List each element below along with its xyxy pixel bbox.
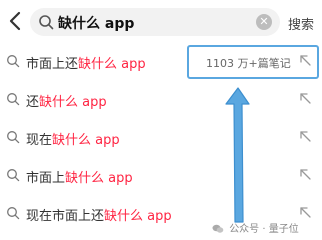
watermark: 公众号 · 量子位 [212,220,299,235]
search-query-text: 缺什么 app [58,16,135,32]
suggestion-item[interactable]: 现在缺什么 app [0,122,322,154]
fill-query-arrow-icon[interactable] [298,91,312,105]
suggestion-prefix: 现在市面上还 [26,209,105,224]
suggestion-prefix: 市面上还 [26,57,79,72]
search-input[interactable]: 缺什么 app ✕ [30,8,280,36]
watermark-text: 公众号 · 量子位 [229,224,299,235]
suggestion-label: 还缺什么 app [26,91,107,110]
search-button[interactable]: 搜索 [288,14,314,33]
suggestion-label: 现在缺什么 app [26,129,120,148]
search-icon [7,169,20,182]
wechat-icon [212,224,224,233]
fill-query-arrow-icon[interactable] [298,129,312,143]
clear-icon[interactable]: ✕ [256,14,272,30]
suggestion-highlight: 缺什么 app [78,57,146,72]
back-arrow-icon[interactable] [6,10,26,32]
fill-query-arrow-icon[interactable] [298,205,312,219]
suggestion-prefix: 还 [26,95,40,110]
search-icon [39,15,54,30]
suggestion-prefix: 市面上 [26,171,66,186]
suggestion-highlight: 缺什么 app [39,95,107,110]
suggestion-item[interactable]: 还缺什么 app [0,84,322,116]
search-icon [7,55,20,68]
suggestion-highlight: 缺什么 app [65,171,133,186]
top-bar: 缺什么 app ✕ 搜索 [0,0,322,42]
suggestion-label: 现在市面上还缺什么 app [26,205,172,224]
suggestion-label: 市面上还缺什么 app [26,53,146,72]
suggestion-label: 市面上缺什么 app [26,167,133,186]
search-icon [7,93,20,106]
search-icon [7,131,20,144]
fill-query-arrow-icon[interactable] [298,167,312,181]
suggestion-highlight: 缺什么 app [52,133,120,148]
notes-count: 1103 万+篇笔记 [206,57,291,70]
search-icon [7,207,20,220]
suggestion-item[interactable]: 市面上缺什么 app [0,160,322,192]
suggestion-prefix: 现在 [26,133,53,148]
suggestion-highlight: 缺什么 app [104,209,172,224]
